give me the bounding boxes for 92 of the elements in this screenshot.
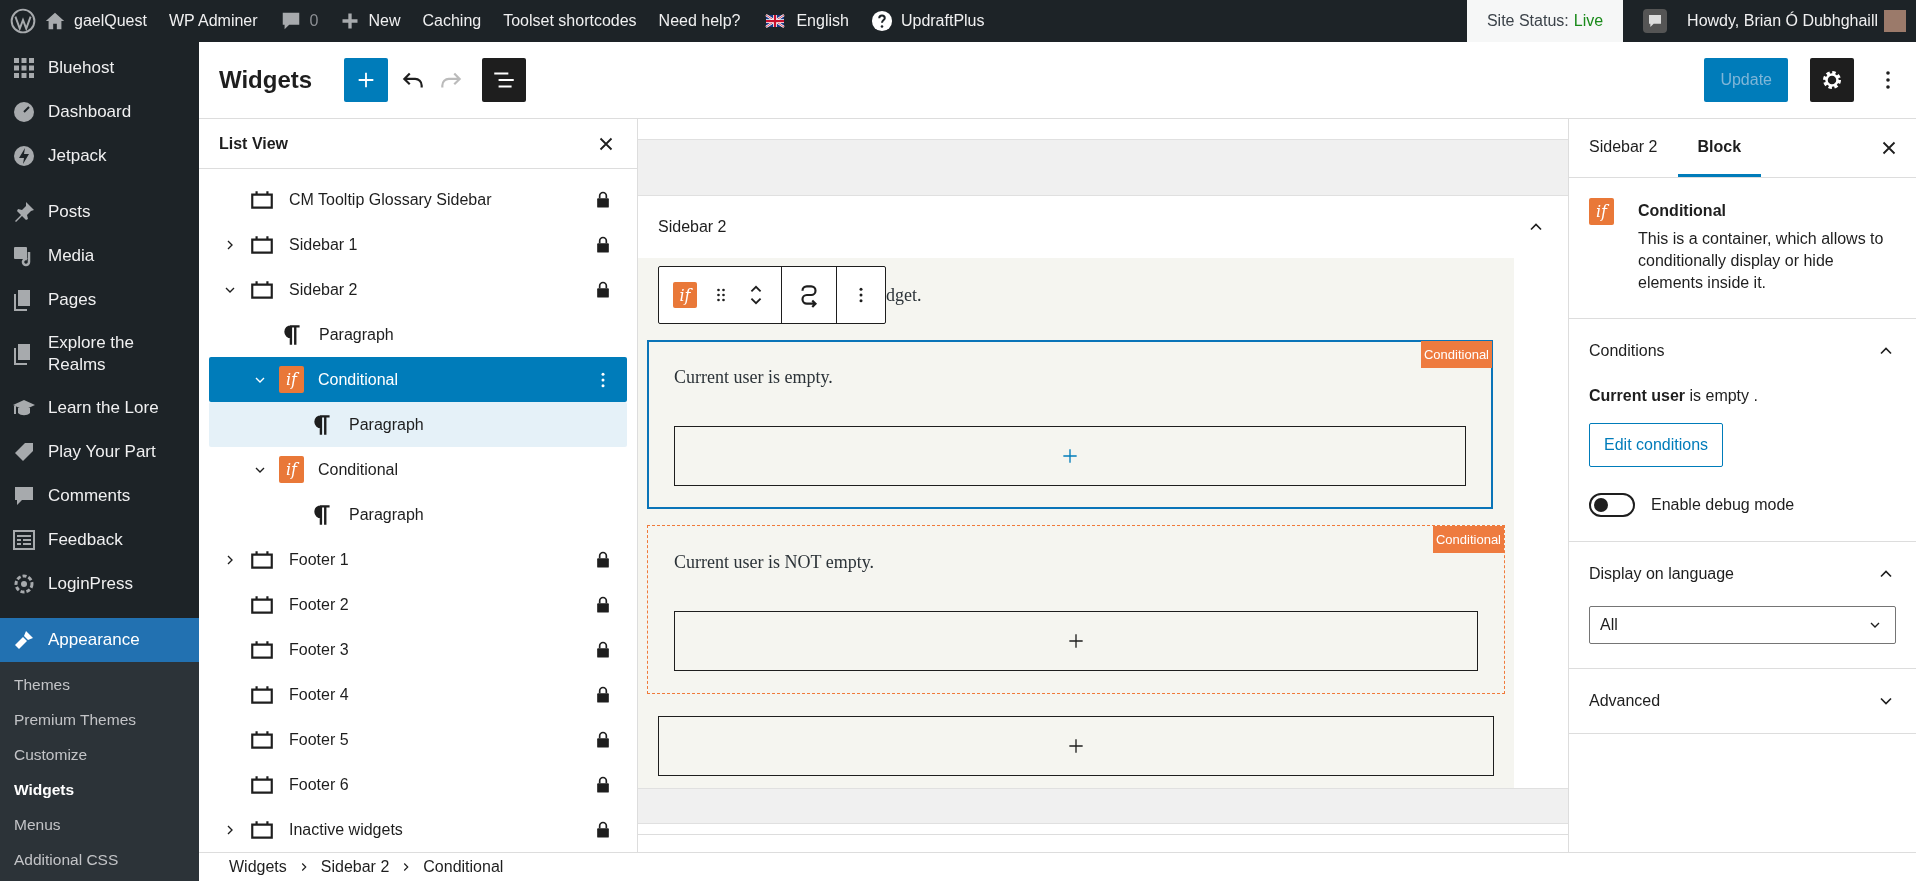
menu-item[interactable]: Bluehost — [0, 46, 199, 90]
block-label: Conditional — [1420, 341, 1492, 368]
conditional-icon: if — [279, 456, 304, 483]
wordpress-logo-icon[interactable] — [10, 8, 36, 34]
list-view-item[interactable]: CM Tooltip Glossary Sidebar — [209, 177, 627, 222]
menu-item[interactable]: Appearance — [0, 618, 199, 662]
panel-title: List View — [219, 134, 289, 153]
toggle-label: Enable debug mode — [1651, 496, 1795, 514]
add-block-button[interactable] — [674, 611, 1478, 671]
list-view-item[interactable]: Footer 2 — [209, 582, 627, 627]
help-icon[interactable] — [870, 10, 893, 32]
breadcrumb-link[interactable]: Widgets — [229, 858, 287, 876]
menu-item[interactable]: Pages — [0, 278, 199, 322]
menu-item[interactable]: Comments — [0, 474, 199, 518]
settings-button[interactable] — [1810, 58, 1854, 102]
menu-item[interactable]: Media — [0, 234, 199, 278]
list-view-item[interactable]: Inactive widgets — [209, 807, 627, 852]
plus-icon — [1066, 736, 1086, 756]
gauge-icon — [12, 100, 36, 124]
comment-count[interactable]: 0 — [309, 12, 319, 30]
submenu-item[interactable]: Menus — [0, 808, 199, 843]
submenu-item[interactable]: Widgets — [0, 773, 199, 808]
add-block-button[interactable] — [674, 426, 1466, 486]
conditional-icon: if — [1589, 198, 1614, 225]
form-icon — [12, 528, 36, 552]
panel-header[interactable]: Display on language — [1569, 542, 1916, 606]
block-description: This is a container, which allows to conditionally display or hide elements inside it. — [1638, 229, 1885, 293]
menu-item[interactable]: Feedback — [0, 518, 199, 562]
conditional-block[interactable]: Conditional Current user is NOT empty. — [647, 525, 1505, 694]
list-view-item[interactable]: Footer 6 — [209, 762, 627, 807]
panel-header[interactable]: Conditions — [1569, 319, 1916, 383]
list-view-item[interactable]: Paragraph — [209, 312, 627, 357]
paragraph-text: Current user is NOT empty. — [674, 552, 875, 573]
page-title: Widgets — [219, 66, 313, 94]
admin-bar-link[interactable]: WP Adminer — [168, 12, 258, 30]
admin-bar-link[interactable]: New — [368, 12, 401, 30]
list-view-item[interactable]: Footer 5 — [209, 717, 627, 762]
condition-summary: Current user is empty . — [1589, 387, 1759, 405]
paragraph-text: dget. — [886, 284, 922, 306]
admin-bar-link[interactable]: English — [796, 12, 849, 30]
speech-bubble-icon — [12, 484, 36, 508]
submenu-item[interactable]: Customize — [0, 738, 199, 773]
widget-area-title: Sidebar 2 — [658, 218, 727, 236]
menu-item[interactable]: Dashboard — [0, 90, 199, 134]
list-view-item[interactable]: if Conditional — [209, 447, 627, 492]
conditional-icon: if — [279, 366, 304, 393]
user-greeting[interactable]: Howdy, Brian Ó Dubhghaill — [1687, 12, 1878, 30]
menu-item[interactable]: Posts — [0, 190, 199, 234]
menu-item[interactable]: LoginPress — [0, 562, 199, 606]
admin-bar-link[interactable]: Caching — [422, 12, 482, 30]
list-view-item[interactable]: Footer 4 — [209, 672, 627, 717]
language-select[interactable]: All — [1589, 606, 1896, 644]
block-label: Conditional — [1432, 526, 1504, 553]
edit-conditions-button[interactable]: Edit conditions — [1589, 423, 1724, 467]
sidebar-tab[interactable]: Sidebar 2 — [1569, 119, 1678, 177]
plus-icon — [1066, 631, 1086, 651]
plus-icon[interactable] — [340, 11, 361, 31]
paragraph-text: Current user is empty. — [674, 367, 834, 388]
notification-icon[interactable] — [1643, 9, 1668, 33]
list-view-button[interactable] — [482, 58, 527, 102]
list-view-item[interactable]: Paragraph — [209, 402, 627, 447]
admin-bar-link[interactable]: Need help? — [658, 12, 741, 30]
panel-header[interactable]: Advanced — [1569, 669, 1916, 733]
block-name: Conditional — [1638, 202, 1727, 220]
plus-icon — [1060, 446, 1080, 466]
submenu-item[interactable]: Premium Themes — [0, 703, 199, 738]
breadcrumb-link[interactable]: Sidebar 2 — [320, 858, 390, 876]
grid-icon — [12, 56, 36, 80]
site-status[interactable]: Site Status: Live — [1466, 0, 1624, 42]
list-view-item[interactable]: Footer 3 — [209, 627, 627, 672]
admin-bar-link[interactable]: Toolset shortcodes — [503, 12, 637, 30]
breadcrumb-link[interactable]: Conditional — [423, 858, 504, 876]
menu-item[interactable]: Play Your Part — [0, 430, 199, 474]
menu-item[interactable]: Jetpack — [0, 134, 199, 178]
settings-icon — [1820, 68, 1844, 92]
menu-item[interactable]: Explore the Realms — [0, 322, 199, 386]
submenu-item[interactable]: Additional CSS — [0, 843, 199, 878]
toggle-switch[interactable] — [1589, 493, 1635, 517]
admin-bar-link[interactable]: gaelQuest — [74, 12, 147, 30]
home-icon[interactable] — [44, 10, 66, 32]
list-view-item[interactable]: Sidebar 2 — [209, 267, 627, 312]
submenu-item[interactable]: Themes — [0, 668, 199, 703]
sidebar-tab[interactable]: Block — [1677, 119, 1762, 177]
menu-item[interactable]: Learn the Lore — [0, 386, 199, 430]
list-view-item[interactable]: Sidebar 1 — [209, 222, 627, 267]
lightning-icon — [12, 144, 36, 168]
gear-icon — [12, 572, 36, 596]
admin-bar-link[interactable]: UpdraftPlus — [900, 12, 985, 30]
add-block-button[interactable] — [658, 716, 1494, 776]
list-view-item[interactable]: Paragraph — [209, 492, 627, 537]
list-view-item[interactable]: Footer 1 — [209, 537, 627, 582]
conditional-block[interactable]: Conditional Current user is empty. — [647, 340, 1493, 509]
